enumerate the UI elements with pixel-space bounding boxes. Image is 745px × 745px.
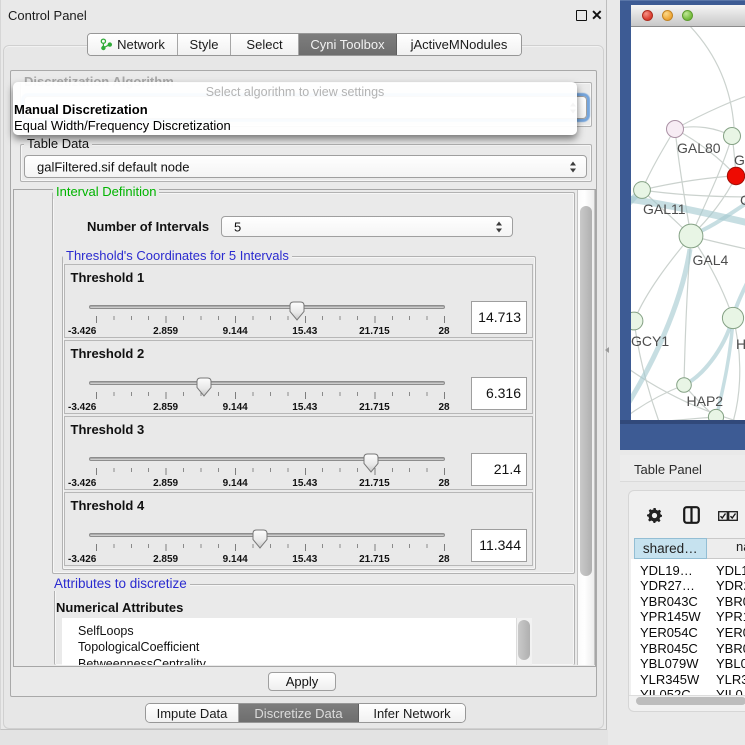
svg-text:C: C [740,192,745,208]
svg-text:HAP2: HAP2 [687,393,724,409]
svg-text:GA: GA [734,152,745,168]
svg-text:GAL4: GAL4 [693,252,729,268]
svg-text:GAL11: GAL11 [643,201,686,217]
svg-text:H: H [736,336,745,352]
svg-text:GCY1: GCY1 [631,333,669,349]
svg-text:GAL80: GAL80 [677,140,721,156]
